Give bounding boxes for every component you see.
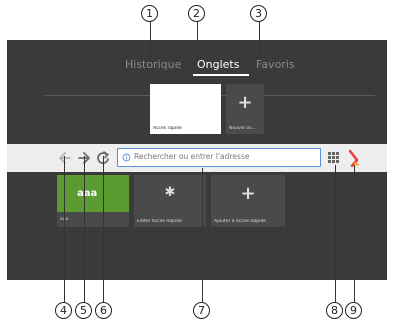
- callout-number: 8: [326, 302, 343, 319]
- callout-number: 2: [188, 5, 205, 22]
- leader-line: [354, 165, 355, 302]
- leader-line: [150, 22, 151, 60]
- callout-number: 5: [75, 302, 92, 319]
- active-tab-indicator: [193, 74, 249, 76]
- leader-line: [84, 156, 85, 302]
- add-speed-dial-label: Ajouter à Accès Rapide: [214, 219, 266, 224]
- apps-grid-icon[interactable]: [328, 152, 340, 164]
- address-placeholder: Rechercher ou entrer l'adresse: [134, 152, 250, 161]
- open-tab-title: Accès rapide: [153, 126, 182, 131]
- callout-number: 4: [55, 302, 72, 319]
- callout-number: 1: [141, 5, 158, 22]
- plus-icon: +: [237, 92, 253, 113]
- tab-bar: Historique Onglets Favoris: [7, 58, 387, 96]
- speed-dial-tile-title: aaa: [77, 188, 98, 199]
- callout-number: 6: [95, 302, 112, 319]
- new-tab-label: Nouvel on...: [229, 126, 256, 131]
- plus-icon: +: [240, 183, 256, 204]
- callout-number: 9: [345, 302, 362, 319]
- leader-line: [197, 22, 198, 60]
- leader-line: [64, 156, 65, 302]
- address-bar[interactable]: Rechercher ou entrer l'adresse: [117, 148, 321, 167]
- open-tab-thumbnail[interactable]: Accès rapide: [150, 84, 221, 134]
- new-tab-button[interactable]: + Nouvel on...: [226, 84, 264, 134]
- tab-favorites[interactable]: Favoris: [256, 58, 295, 71]
- edit-speed-dial-button[interactable]: ✱ Éditer Accès Rapide: [134, 175, 206, 227]
- gear-icon: ✱: [164, 185, 176, 200]
- back-arrow-icon[interactable]: [58, 149, 72, 167]
- leader-line: [259, 22, 260, 60]
- leader-line: [103, 156, 104, 302]
- tab-tabs[interactable]: Onglets: [197, 58, 239, 71]
- info-circle-icon: [122, 153, 131, 162]
- tab-history[interactable]: Historique: [125, 58, 181, 71]
- leader-line: [202, 168, 203, 302]
- leader-line: [335, 165, 336, 302]
- add-speed-dial-button[interactable]: + Ajouter à Accès Rapide: [211, 175, 285, 227]
- callout-number: 3: [250, 5, 267, 22]
- speed-dial-label-bar: aaa: [57, 212, 129, 227]
- edit-speed-dial-label: Éditer Accès Rapide: [137, 219, 182, 224]
- callout-number: 7: [193, 302, 210, 319]
